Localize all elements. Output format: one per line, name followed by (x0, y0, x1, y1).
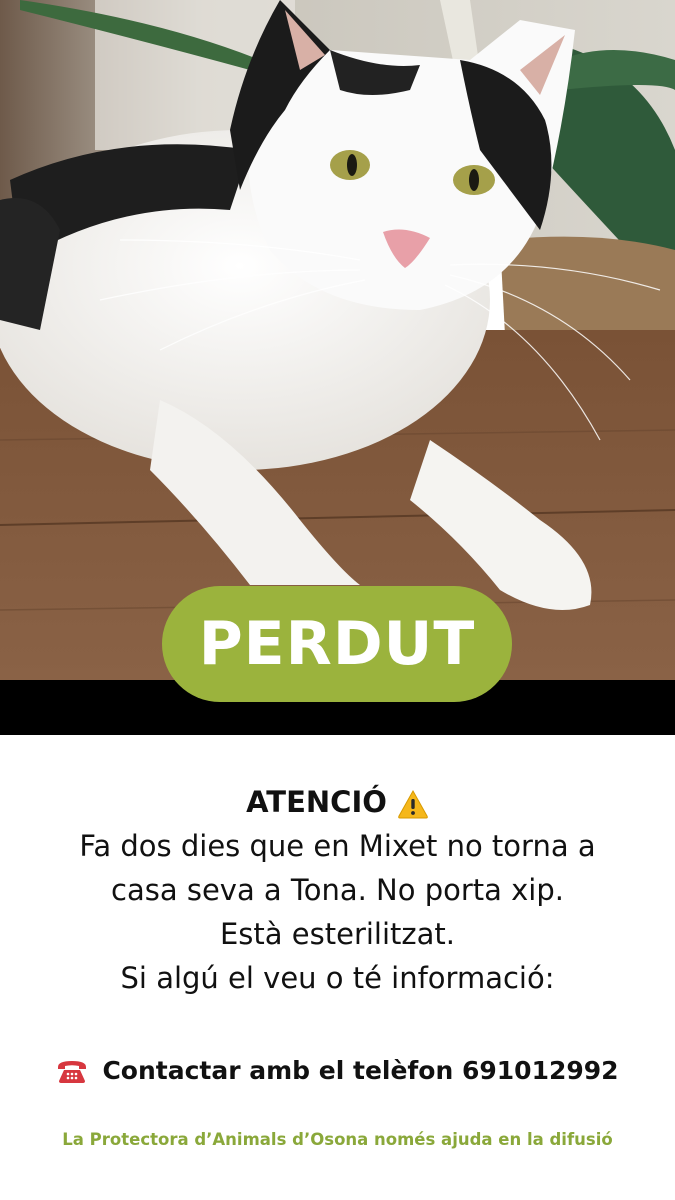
lost-badge: PERDUT (162, 586, 512, 702)
warning-icon (397, 787, 429, 819)
cat-photo (0, 0, 675, 680)
notice-line-2: casa seva a Tona. No porta xip. (111, 873, 564, 907)
notice-block: ATENCIÓ Fa dos dies que en Mixet no torn… (0, 780, 675, 1000)
contact-text: Contactar amb el telèfon 691012992 (102, 1056, 619, 1085)
notice-line-3: Està esterilitzat. (219, 917, 455, 951)
lost-badge-label: PERDUT (198, 609, 476, 679)
notice-title: ATENCIÓ (246, 785, 387, 819)
notice-title-row: ATENCIÓ (0, 780, 675, 824)
notice-line-1: Fa dos dies que en Mixet no torna a (79, 829, 596, 863)
notice-line-4: Si algú el veu o té informació: (120, 961, 555, 995)
telephone-icon (56, 1058, 88, 1084)
contact-row: Contactar amb el telèfon 691012992 (0, 1056, 675, 1085)
footer-note: La Protectora d’Animals d’Osona només aj… (62, 1130, 613, 1149)
